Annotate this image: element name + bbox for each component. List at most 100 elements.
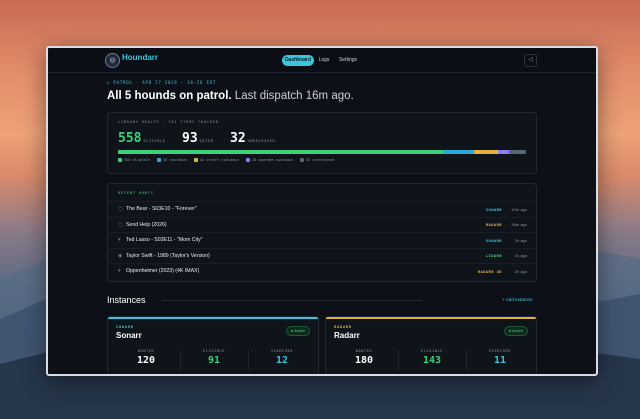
- stat-eligible-value: 558: [118, 131, 142, 146]
- hunt-time: 12m ago: [511, 206, 527, 212]
- library-health-bar: [118, 150, 526, 154]
- instance-stat-value: 180: [354, 355, 374, 366]
- instance-stat-label: ELIGIBLE: [202, 349, 226, 353]
- hunt-title: Ted Lasso - S03E11 - "Mom City": [126, 237, 203, 243]
- library-bar-segment: [473, 150, 499, 154]
- hunt-title: Oppenheimer (2023) (4K IMAX): [126, 268, 200, 274]
- instance-stat: SEARCHED 12: [248, 349, 316, 366]
- stat-divider: [180, 350, 181, 370]
- legend-item: 42 cutoff cooldown: [193, 158, 239, 162]
- legend-swatch: [299, 158, 304, 162]
- page-title: All 5 hounds on patrol. Last dispatch 16…: [107, 90, 354, 102]
- hunt-source-badge: RADARR 4K: [477, 268, 502, 274]
- stat-divider: [398, 350, 399, 370]
- legend-swatch: [245, 158, 250, 162]
- hunt-time: 1h ago: [514, 237, 527, 243]
- library-health-title: LIBRARY HEALTH · 701 ITEMS TRACKED: [118, 120, 219, 124]
- top-bar: ◎ Houndarr Dashboard Logs Settings ◁: [48, 48, 596, 73]
- legend-label: 42 cutoff cooldown: [199, 158, 239, 162]
- patrol-status-line: ◎ PATROL · APR 27 2026 · 18:28 EDT: [107, 80, 217, 85]
- stat-unreleased: 32 UNRELEASED: [230, 129, 275, 147]
- legend-item: 32 unreleased: [299, 158, 334, 162]
- app-name[interactable]: Houndarr: [122, 53, 158, 62]
- library-bar-segment: [508, 150, 526, 154]
- media-type-icon: ◉: [118, 252, 123, 259]
- instance-card-radarr[interactable]: RADARR Radarr ● Active WANTED 180 ELIGIBLE 143…: [325, 316, 537, 374]
- nav-settings[interactable]: Settings: [336, 55, 360, 66]
- legend-label: 18 upgrade cooldown: [251, 158, 293, 162]
- library-bar-segment: [442, 150, 474, 154]
- hunt-row[interactable]: ◉ Taylor Swift - 1989 (Taylor's Version) L…: [108, 247, 536, 264]
- library-bar-segment: [118, 150, 443, 154]
- card-accent: [326, 317, 536, 319]
- instance-stat: WANTED 120: [112, 349, 180, 366]
- instance-stat: SEARCHED 11: [466, 349, 534, 366]
- instance-stat-value: 12: [275, 355, 289, 366]
- hunt-source-badge: LIDARR: [485, 253, 502, 258]
- media-type-icon: ▢: [118, 206, 123, 212]
- media-type-icon: ▾: [118, 237, 121, 243]
- hunt-title: Send Help (2026): [126, 221, 167, 228]
- instance-card-sonarr[interactable]: SONARR Sonarr ● Active WANTED 120 ELIGIBLE 91 S…: [107, 316, 319, 374]
- instances-heading: Instances: [107, 295, 146, 305]
- instance-stat-value: 11: [493, 355, 507, 366]
- hunt-source-badge: RADARR: [485, 222, 502, 227]
- hunt-time: 2h ago: [514, 268, 527, 274]
- headline-main: All 5 hounds on patrol.: [107, 90, 232, 102]
- instance-stat-value: 91: [207, 355, 221, 366]
- legend-swatch: [193, 158, 198, 162]
- stat-divider: [466, 350, 467, 370]
- hunt-row[interactable]: ▾ Oppenheimer (2023) (4K IMAX) RADARR 4K 2h…: [108, 263, 536, 279]
- instance-name: Sonarr: [116, 331, 142, 340]
- card-accent: [108, 317, 318, 319]
- app-window: ◎ Houndarr Dashboard Logs Settings ◁ ◎ P…: [46, 46, 598, 376]
- stat-unreleased-value: 32: [230, 131, 246, 146]
- instance-type-tag: SONARR: [116, 325, 134, 329]
- legend-swatch: [156, 158, 161, 162]
- hunt-time: 35m ago: [511, 222, 527, 227]
- recent-hunts-title: RECENT HUNTS: [118, 191, 154, 195]
- instance-stat-label: SEARCHED: [270, 349, 294, 353]
- stat-eligible-label: ELIGIBLE: [143, 139, 166, 143]
- instance-stat: WANTED 180: [330, 349, 398, 366]
- hunt-row[interactable]: ▢ The Bear - S03E10 - "Forever" SONARR 12m …: [108, 201, 536, 217]
- logo-icon: ◎: [105, 53, 120, 68]
- nav-logs[interactable]: Logs: [316, 55, 332, 66]
- recent-hunts-panel: RECENT HUNTS ▢ The Bear - S03E10 - "Forev…: [107, 183, 537, 282]
- collapse-icon[interactable]: ◁: [524, 54, 537, 67]
- stat-eligible: 558 ELIGIBLE: [118, 129, 166, 147]
- instance-stat-value: 143: [422, 355, 442, 366]
- stat-unreleased-label: UNRELEASED: [247, 139, 276, 143]
- stat-divider: [248, 350, 249, 370]
- instance-stat-label: WANTED: [355, 349, 373, 353]
- instance-stat-label: WANTED: [137, 349, 155, 353]
- hunt-row[interactable]: ▾ Ted Lasso - S03E11 - "Mom City" SONARR 1h…: [108, 232, 536, 248]
- media-type-icon: ▢: [118, 221, 123, 228]
- instance-type-tag: RADARR: [334, 325, 352, 329]
- status-badge: ● Active: [285, 326, 310, 336]
- hunt-time: 1h ago: [514, 253, 527, 258]
- stat-gated-value: 93: [182, 131, 198, 146]
- nav-dashboard[interactable]: Dashboard: [282, 55, 314, 66]
- legend-item: 18 upgrade cooldown: [245, 158, 293, 162]
- legend-item: 33 cooldown: [156, 158, 187, 162]
- library-bar-segment: [498, 150, 509, 154]
- instance-stat: ELIGIBLE 91: [180, 349, 248, 366]
- legend-label: 32 unreleased: [305, 158, 334, 162]
- hunt-title: Taylor Swift - 1989 (Taylor's Version): [126, 252, 210, 259]
- instance-stat-label: SEARCHED: [488, 349, 512, 353]
- legend-item: 558 eligible: [118, 158, 150, 162]
- hunt-row[interactable]: ▢ Send Help (2026) RADARR 35m ago: [108, 216, 536, 233]
- stat-gated-label: GATED: [199, 139, 214, 143]
- library-health-panel: LIBRARY HEALTH · 701 ITEMS TRACKED 558 EL…: [107, 112, 537, 174]
- instance-stat-value: 120: [136, 355, 156, 366]
- library-legend: 558 eligible 33 cooldown 42 cutoff cooldow…: [118, 158, 334, 162]
- hunt-source-badge: SONARR: [485, 206, 502, 212]
- status-badge: ● Active: [503, 326, 528, 336]
- stat-gated: 93 GATED: [182, 129, 213, 147]
- instance-stat-label: ELIGIBLE: [420, 349, 444, 353]
- add-instance-button[interactable]: + Add Instance: [502, 297, 533, 302]
- legend-swatch: [118, 158, 122, 162]
- hunt-source-badge: SONARR: [485, 237, 502, 243]
- media-type-icon: ▾: [118, 268, 121, 274]
